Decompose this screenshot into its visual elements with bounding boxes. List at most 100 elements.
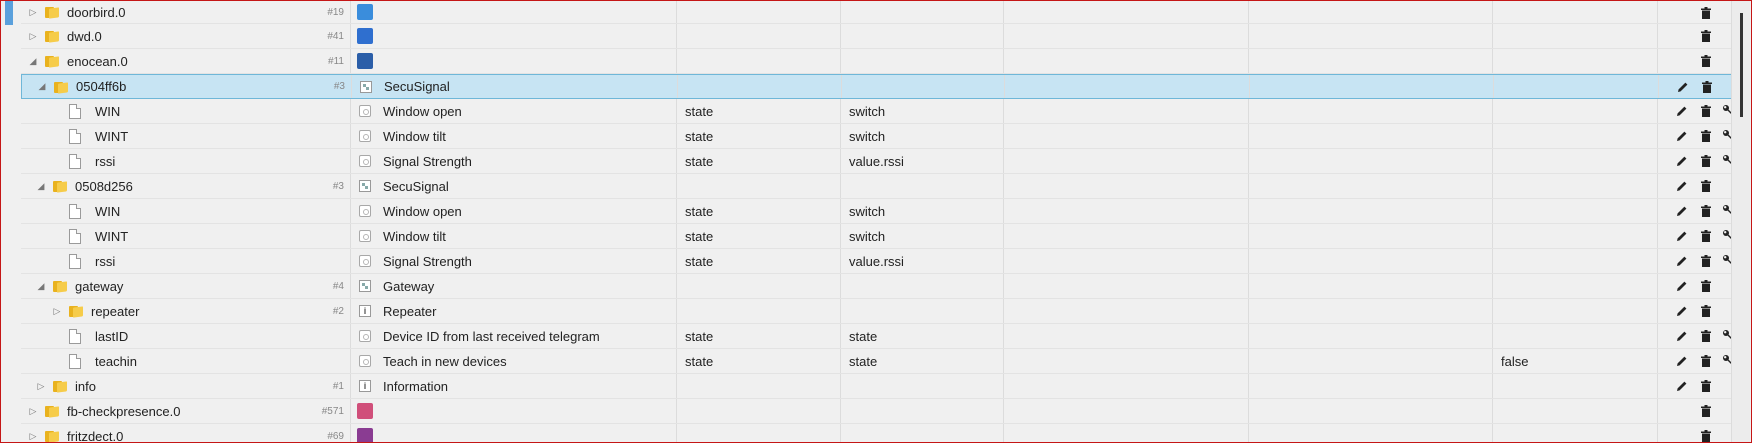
tree-folder-row[interactable]: ▷ fb-checkpresence.0 #571	[21, 399, 1732, 424]
expand-toggle-icon[interactable]: ▷	[27, 406, 39, 417]
object-type	[677, 274, 841, 298]
tree-state-row[interactable]: WINT Window tilt state switch	[21, 124, 1732, 149]
tree-folder-row[interactable]: ▷ doorbird.0 #19	[21, 1, 1732, 24]
scrollbar-thumb[interactable]	[1740, 13, 1743, 117]
object-id[interactable]: info	[75, 379, 333, 394]
tree-folder-row[interactable]: ◢ enocean.0 #11	[21, 49, 1732, 74]
delete-icon[interactable]	[1698, 253, 1714, 269]
expand-toggle-icon[interactable]: ▷	[51, 306, 63, 317]
object-function	[1249, 49, 1493, 73]
delete-icon[interactable]	[1698, 403, 1714, 419]
name-cell: i Repeater	[351, 299, 677, 323]
collapse-toggle-icon[interactable]: ◢	[35, 281, 47, 292]
expand-toggle-icon[interactable]: ▷	[35, 381, 47, 392]
delete-icon[interactable]	[1698, 353, 1714, 369]
delete-icon[interactable]	[1698, 303, 1714, 319]
edit-icon[interactable]	[1674, 278, 1690, 294]
object-value	[1493, 174, 1658, 198]
object-id[interactable]: WIN	[95, 104, 344, 119]
file-icon	[69, 153, 81, 169]
actions-cell	[1658, 149, 1732, 173]
vertical-scrollbar[interactable]	[1731, 1, 1750, 442]
delete-icon[interactable]	[1698, 378, 1714, 394]
object-id[interactable]: WINT	[95, 229, 344, 244]
delete-icon[interactable]	[1699, 79, 1715, 95]
object-id[interactable]: doorbird.0	[67, 5, 327, 20]
object-function	[1249, 99, 1493, 123]
child-count: #69	[327, 430, 344, 442]
tree-state-row[interactable]: WIN Window open state switch	[21, 199, 1732, 224]
delete-icon[interactable]	[1698, 178, 1714, 194]
delete-icon[interactable]	[1698, 153, 1714, 169]
folder-icon	[45, 30, 59, 43]
object-id[interactable]: WIN	[95, 204, 344, 219]
object-tree: ▷ doorbird.0 #19 ▷ dwd.0 #41 ◢ enocean.0 #11 ◢ 050…	[21, 1, 1732, 443]
edit-icon[interactable]	[1674, 178, 1690, 194]
edit-icon[interactable]	[1674, 253, 1690, 269]
tree-folder-row[interactable]: ▷ dwd.0 #41	[21, 24, 1732, 49]
child-count: #571	[321, 405, 344, 417]
edit-icon[interactable]	[1675, 79, 1691, 95]
object-room	[1004, 149, 1249, 173]
delete-icon[interactable]	[1698, 328, 1714, 344]
tree-cell: ▷ fritzdect.0 #69	[21, 424, 351, 443]
expand-toggle-icon[interactable]: ▷	[27, 31, 39, 42]
tree-folder-row[interactable]: ▷ fritzdect.0 #69	[21, 424, 1732, 443]
child-count: #19	[327, 6, 344, 18]
delete-icon[interactable]	[1698, 28, 1714, 44]
expand-toggle-icon[interactable]: ▷	[27, 7, 39, 18]
tree-state-row[interactable]: teachin Teach in new devices state state fal…	[21, 349, 1732, 374]
delete-icon[interactable]	[1698, 53, 1714, 69]
collapse-toggle-icon[interactable]: ◢	[27, 56, 39, 67]
edit-icon[interactable]	[1674, 228, 1690, 244]
object-id[interactable]: repeater	[91, 304, 333, 319]
delete-icon[interactable]	[1698, 278, 1714, 294]
name-cell	[351, 1, 677, 23]
object-id[interactable]: gateway	[75, 279, 333, 294]
tree-folder-row[interactable]: ◢ gateway #4 Gateway	[21, 274, 1732, 299]
edit-icon[interactable]	[1674, 128, 1690, 144]
object-id[interactable]: rssi	[95, 154, 344, 169]
delete-icon[interactable]	[1698, 428, 1714, 442]
delete-icon[interactable]	[1698, 203, 1714, 219]
edit-icon[interactable]	[1674, 103, 1690, 119]
delete-icon[interactable]	[1698, 5, 1714, 21]
tree-state-row[interactable]: lastID Device ID from last received teleg…	[21, 324, 1732, 349]
tree-state-row[interactable]: rssi Signal Strength state value.rssi	[21, 249, 1732, 274]
object-id[interactable]: 0508d256	[75, 179, 333, 194]
object-id[interactable]: dwd.0	[67, 29, 327, 44]
tree-state-row[interactable]: WIN Window open state switch	[21, 99, 1732, 124]
edit-icon[interactable]	[1674, 153, 1690, 169]
tree-cell: WIN	[21, 99, 351, 123]
collapse-toggle-icon[interactable]: ◢	[35, 181, 47, 192]
object-id[interactable]: WINT	[95, 129, 344, 144]
object-id[interactable]: fritzdect.0	[67, 429, 327, 443]
tree-folder-row[interactable]: ▷ info #1 i Information	[21, 374, 1732, 399]
tree-cell: WINT	[21, 224, 351, 248]
tree-state-row[interactable]: WINT Window tilt state switch	[21, 224, 1732, 249]
delete-icon[interactable]	[1698, 228, 1714, 244]
edit-icon[interactable]	[1674, 303, 1690, 319]
delete-icon[interactable]	[1698, 128, 1714, 144]
object-id[interactable]: enocean.0	[67, 54, 328, 69]
tree-folder-row[interactable]: ◢ 0504ff6b #3 SecuSignal	[21, 74, 1732, 99]
delete-icon[interactable]	[1698, 103, 1714, 119]
edit-icon[interactable]	[1674, 378, 1690, 394]
object-id[interactable]: rssi	[95, 254, 344, 269]
object-room	[1004, 1, 1249, 23]
tree-folder-row[interactable]: ▷ repeater #2 i Repeater	[21, 299, 1732, 324]
object-id[interactable]: 0504ff6b	[76, 79, 334, 94]
edit-icon[interactable]	[1674, 203, 1690, 219]
object-function	[1250, 75, 1494, 98]
object-id[interactable]: teachin	[95, 354, 344, 369]
tree-cell: ▷ dwd.0 #41	[21, 24, 351, 48]
tree-state-row[interactable]: rssi Signal Strength state value.rssi	[21, 149, 1732, 174]
object-id[interactable]: lastID	[95, 329, 344, 344]
tree-folder-row[interactable]: ◢ 0508d256 #3 SecuSignal	[21, 174, 1732, 199]
expand-toggle-icon[interactable]: ▷	[27, 431, 39, 442]
edit-icon[interactable]	[1674, 353, 1690, 369]
edit-icon[interactable]	[1674, 328, 1690, 344]
object-type	[677, 1, 841, 23]
collapse-toggle-icon[interactable]: ◢	[36, 81, 48, 92]
object-id[interactable]: fb-checkpresence.0	[67, 404, 322, 419]
